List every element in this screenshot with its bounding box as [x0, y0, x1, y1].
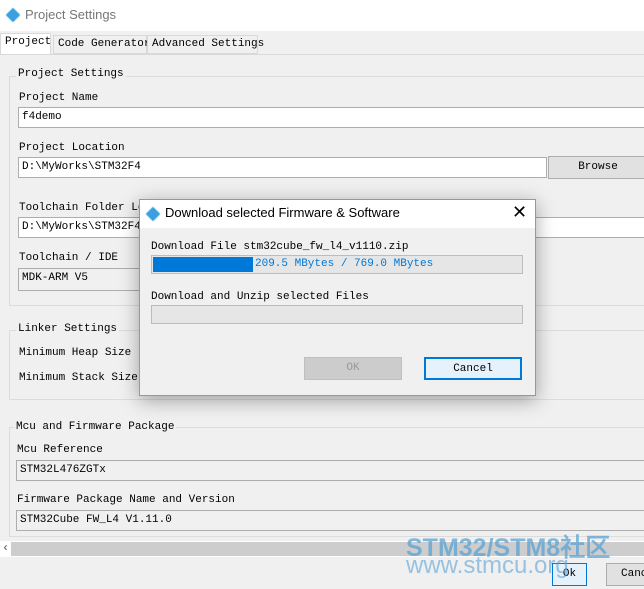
- mcu-reference-field: STM32L476ZGTx: [16, 460, 644, 481]
- dialog-title: Download selected Firmware & Software: [165, 205, 400, 220]
- dialog-cancel-button[interactable]: Cancel: [424, 357, 522, 380]
- tab-project[interactable]: Project: [0, 33, 51, 55]
- mcu-reference-label: Mcu Reference: [17, 444, 103, 456]
- dialog-ok-button[interactable]: OK: [304, 357, 402, 380]
- tab-code-generator[interactable]: Code Generator: [53, 35, 150, 54]
- project-name-label: Project Name: [19, 92, 99, 104]
- browse-button[interactable]: Browse: [548, 156, 644, 179]
- cube-icon: [145, 206, 161, 222]
- cancel-button[interactable]: Canc: [606, 563, 644, 586]
- progress-text: 209.5 MBytes / 769.0 MBytes: [255, 258, 434, 270]
- toolchain-folder-label: Toolchain Folder Loc: [19, 202, 152, 214]
- title-bar: Project Settings: [0, 0, 644, 31]
- close-icon[interactable]: ✕: [512, 202, 527, 223]
- cube-icon: [5, 7, 21, 23]
- watermark-url: www.stmcu.org: [406, 552, 569, 579]
- tab-advanced-settings[interactable]: Advanced Settings: [147, 35, 264, 54]
- toolchain-select[interactable]: MDK-ARM V5: [18, 268, 148, 291]
- firmware-package-label: Firmware Package Name and Version: [17, 494, 235, 506]
- window-title: Project Settings: [25, 7, 117, 22]
- group-title: Mcu and Firmware Package: [14, 421, 177, 433]
- download-dialog: Download selected Firmware & Software ✕ …: [139, 199, 536, 396]
- project-location-input[interactable]: D:\MyWorks\STM32F4: [18, 157, 547, 178]
- unzip-label: Download and Unzip selected Files: [151, 291, 369, 303]
- scroll-left-icon[interactable]: ‹: [2, 541, 9, 555]
- group-title: Project Settings: [16, 68, 126, 80]
- dialog-title-bar: Download selected Firmware & Software ✕: [140, 200, 535, 228]
- progress-fill: [153, 257, 254, 272]
- download-progress-bar: 209.5 MBytes / 769.0 MBytes: [151, 255, 523, 274]
- download-file-label: Download File stm32cube_fw_l4_v1110.zip: [151, 241, 409, 253]
- group-title: Linker Settings: [16, 323, 120, 335]
- project-name-input[interactable]: f4demo: [18, 107, 644, 128]
- toolchain-label: Toolchain / IDE: [19, 252, 119, 264]
- project-location-label: Project Location: [19, 142, 125, 154]
- unzip-progress-bar: [151, 305, 523, 324]
- heap-size-label: Minimum Heap Size: [19, 347, 132, 359]
- stack-size-label: Minimum Stack Size: [19, 372, 138, 384]
